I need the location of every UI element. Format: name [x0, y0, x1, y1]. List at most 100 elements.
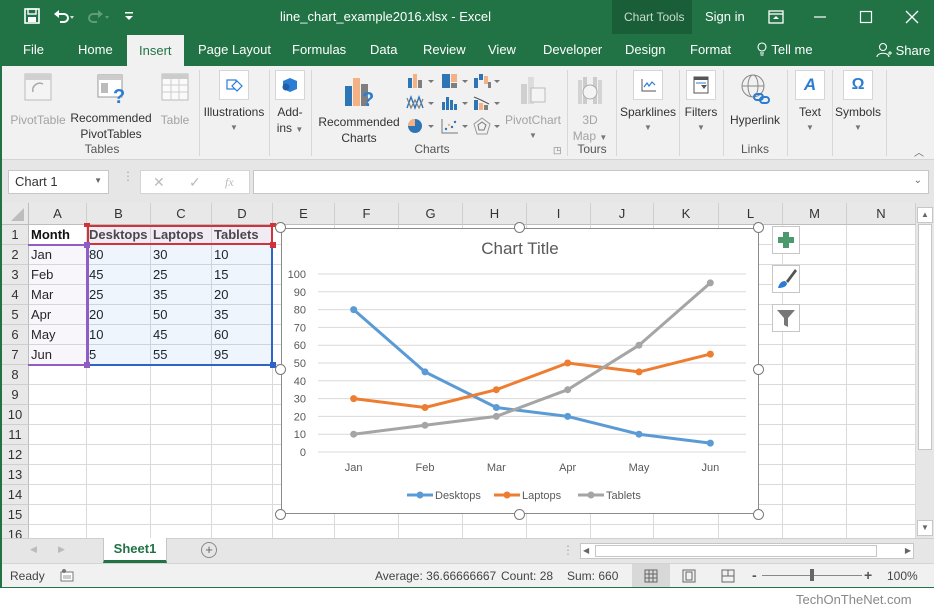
- row-header-5[interactable]: 5: [2, 305, 29, 325]
- cell-a7[interactable]: Jun: [29, 345, 87, 365]
- legend-label-laptops[interactable]: Laptops: [522, 490, 562, 502]
- row-header-9[interactable]: 9: [2, 385, 29, 405]
- cell-n13[interactable]: [847, 465, 916, 485]
- cell-b4[interactable]: 25: [87, 285, 151, 305]
- cell-m16[interactable]: [783, 525, 847, 538]
- maximize-icon[interactable]: [854, 6, 878, 28]
- pie-chart-button[interactable]: [406, 117, 436, 138]
- column-header-d[interactable]: D: [212, 203, 273, 225]
- tab-file[interactable]: File: [23, 42, 44, 57]
- statistic-chart-button[interactable]: [440, 94, 470, 115]
- share-button[interactable]: Share: [876, 42, 930, 58]
- chart-resize-handle[interactable]: [275, 222, 286, 233]
- row-header-13[interactable]: 13: [2, 465, 29, 485]
- sheet-tab-sheet1[interactable]: Sheet1: [103, 538, 167, 563]
- row-header-8[interactable]: 8: [2, 365, 29, 385]
- cell-d2[interactable]: 10: [212, 245, 273, 265]
- chart-resize-handle[interactable]: [753, 364, 764, 375]
- combo-chart-button[interactable]: [472, 94, 502, 115]
- tab-home[interactable]: Home: [78, 42, 113, 57]
- cell-b2[interactable]: 80: [87, 245, 151, 265]
- hierarchy-chart-button[interactable]: [440, 72, 470, 93]
- recommended-charts-button[interactable]: ? Recommended Charts: [314, 74, 404, 146]
- cell-b16[interactable]: [87, 525, 151, 538]
- cell-b3[interactable]: 45: [87, 265, 151, 285]
- cell-a13[interactable]: [29, 465, 87, 485]
- cell-n9[interactable]: [847, 385, 916, 405]
- formula-input[interactable]: ⌄: [253, 170, 929, 194]
- chart-filters-button[interactable]: [772, 304, 800, 332]
- cell-a6[interactable]: May: [29, 325, 87, 345]
- column-header-g[interactable]: G: [399, 203, 463, 225]
- zoom-level[interactable]: 100%: [887, 569, 918, 583]
- row-header-15[interactable]: 15: [2, 505, 29, 525]
- insert-function-icon[interactable]: fx: [225, 175, 234, 190]
- ribbon-display-options-icon[interactable]: [764, 6, 788, 28]
- cell-n16[interactable]: [847, 525, 916, 538]
- cell-c8[interactable]: [151, 365, 212, 385]
- zoom-slider[interactable]: [762, 569, 862, 581]
- legend-label-tablets[interactable]: Tablets: [606, 490, 641, 502]
- cell-n12[interactable]: [847, 445, 916, 465]
- cell-m11[interactable]: [783, 425, 847, 445]
- filters-button[interactable]: Filters ▼: [681, 68, 721, 136]
- cell-c1[interactable]: Laptops: [151, 225, 212, 245]
- cell-a2[interactable]: Jan: [29, 245, 87, 265]
- cell-n4[interactable]: [847, 285, 916, 305]
- cell-d10[interactable]: [212, 405, 273, 425]
- row-header-6[interactable]: 6: [2, 325, 29, 345]
- drag-handle-icon[interactable]: ⋮: [122, 170, 134, 182]
- cell-b8[interactable]: [87, 365, 151, 385]
- cell-n10[interactable]: [847, 405, 916, 425]
- tab-formulas[interactable]: Formulas: [292, 42, 346, 57]
- row-header-11[interactable]: 11: [2, 425, 29, 445]
- cell-m9[interactable]: [783, 385, 847, 405]
- legend-label-desktops[interactable]: Desktops: [435, 490, 481, 502]
- hyperlink-button[interactable]: Hyperlink: [725, 72, 785, 128]
- cell-n14[interactable]: [847, 485, 916, 505]
- chart-styles-button[interactable]: [772, 265, 800, 293]
- cell-n5[interactable]: [847, 305, 916, 325]
- row-header-14[interactable]: 14: [2, 485, 29, 505]
- waterfall-chart-button[interactable]: [472, 72, 502, 93]
- chart-elements-button[interactable]: [772, 226, 800, 254]
- vertical-scroll-thumb[interactable]: [918, 224, 932, 450]
- chart-title[interactable]: Chart Title: [481, 239, 558, 258]
- tab-page-layout[interactable]: Page Layout: [198, 42, 271, 57]
- tell-me-search[interactable]: Tell me: [756, 42, 813, 57]
- cell-a5[interactable]: Apr: [29, 305, 87, 325]
- page-break-view-button[interactable]: [721, 569, 735, 586]
- cell-n7[interactable]: [847, 345, 916, 365]
- new-sheet-button[interactable]: +: [201, 542, 217, 558]
- zoom-out-button[interactable]: -: [752, 567, 757, 583]
- column-header-k[interactable]: K: [654, 203, 719, 225]
- chart-resize-handle[interactable]: [753, 222, 764, 233]
- row-header-16[interactable]: 16: [2, 525, 29, 538]
- cell-m7[interactable]: [783, 345, 847, 365]
- cell-c4[interactable]: 35: [151, 285, 212, 305]
- symbols-button[interactable]: Ω Symbols ▼: [834, 68, 882, 136]
- cell-c9[interactable]: [151, 385, 212, 405]
- close-icon[interactable]: [900, 6, 924, 28]
- cell-a14[interactable]: [29, 485, 87, 505]
- tab-insert[interactable]: Insert: [127, 35, 184, 66]
- cell-d14[interactable]: [212, 485, 273, 505]
- cell-n11[interactable]: [847, 425, 916, 445]
- cell-a12[interactable]: [29, 445, 87, 465]
- scroll-sheets-left-icon[interactable]: ◀: [30, 544, 37, 555]
- text-button[interactable]: A Text ▼: [790, 68, 830, 136]
- cell-c13[interactable]: [151, 465, 212, 485]
- cell-n15[interactable]: [847, 505, 916, 525]
- cell-n3[interactable]: [847, 265, 916, 285]
- cell-c6[interactable]: 45: [151, 325, 212, 345]
- scroll-right-arrow-icon[interactable]: ▶: [905, 544, 911, 558]
- name-box[interactable]: Chart 1 ▼: [8, 170, 109, 194]
- cell-a10[interactable]: [29, 405, 87, 425]
- cell-d13[interactable]: [212, 465, 273, 485]
- tab-data[interactable]: Data: [370, 42, 397, 57]
- cell-m12[interactable]: [783, 445, 847, 465]
- column-header-a[interactable]: A: [29, 203, 87, 225]
- cell-b12[interactable]: [87, 445, 151, 465]
- cell-d11[interactable]: [212, 425, 273, 445]
- recommended-pivottables-button[interactable]: ? Recommended PivotTables: [68, 72, 154, 142]
